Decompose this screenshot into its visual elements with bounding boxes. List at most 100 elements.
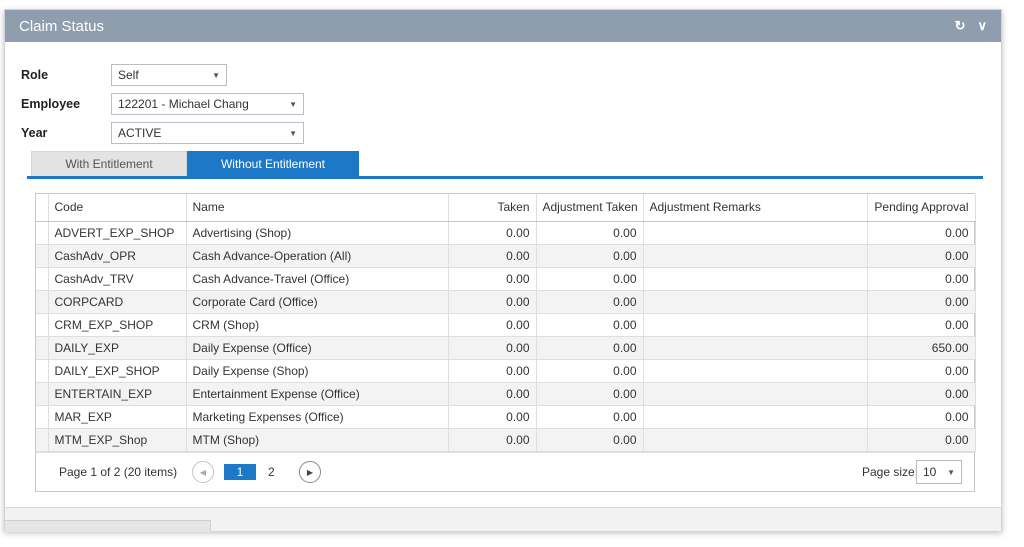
cell-adjustment-taken: 0.00 <box>536 244 644 268</box>
page-button-1[interactable]: 1 <box>224 464 256 480</box>
cell-code: DAILY_EXP <box>48 336 187 360</box>
cell-code: CashAdv_OPR <box>48 244 187 268</box>
column-header-pending-approval[interactable]: Pending Approval <box>867 194 976 222</box>
employee-value: 122201 - Michael Chang <box>118 97 249 111</box>
row-selector[interactable] <box>36 244 49 268</box>
claim-grid: Code Name Taken Adjustment Taken Adjustm… <box>35 193 976 492</box>
entitlement-tabs: With Entitlement Without Entitlement <box>31 151 359 177</box>
table-row[interactable]: CRM_EXP_SHOP CRM (Shop) 0.00 0.00 0.00 <box>36 313 976 337</box>
cell-adjustment-remarks <box>643 336 868 360</box>
table-row[interactable]: MTM_EXP_Shop MTM (Shop) 0.00 0.00 0.00 <box>36 428 976 452</box>
cell-adjustment-remarks <box>643 290 868 314</box>
cell-taken: 0.00 <box>448 382 537 406</box>
chevron-down-icon: ▼ <box>289 128 297 138</box>
chevron-down-icon: ▼ <box>947 467 955 477</box>
row-selector-header <box>36 194 49 222</box>
cell-adjustment-taken: 0.00 <box>536 336 644 360</box>
cell-adjustment-remarks <box>643 221 868 245</box>
cell-taken: 0.00 <box>448 267 537 291</box>
pager: Page 1 of 2 (20 items) ◀ 1 2 ▶ Page size… <box>36 452 974 491</box>
employee-row: Employee 122201 - Michael Chang ▼ <box>21 93 304 115</box>
claim-table: Code Name Taken Adjustment Taken Adjustm… <box>36 194 976 452</box>
cell-taken: 0.00 <box>448 428 537 452</box>
cell-pending-approval: 0.00 <box>867 244 976 268</box>
cell-adjustment-remarks <box>643 382 868 406</box>
cell-adjustment-remarks <box>643 267 868 291</box>
table-row[interactable]: CashAdv_OPR Cash Advance-Operation (All)… <box>36 244 976 268</box>
cell-adjustment-remarks <box>643 313 868 337</box>
cell-code: DAILY_EXP_SHOP <box>48 359 187 383</box>
role-label: Role <box>21 68 49 82</box>
employee-select[interactable]: 122201 - Michael Chang ▼ <box>111 93 304 115</box>
cell-adjustment-remarks <box>643 359 868 383</box>
year-select[interactable]: ACTIVE ▼ <box>111 122 304 144</box>
cell-name: MTM (Shop) <box>186 428 449 452</box>
column-header-taken[interactable]: Taken <box>448 194 537 222</box>
table-row[interactable]: CashAdv_TRV Cash Advance-Travel (Office)… <box>36 267 976 291</box>
year-value: ACTIVE <box>118 126 162 140</box>
row-selector[interactable] <box>36 359 49 383</box>
table-header-row: Code Name Taken Adjustment Taken Adjustm… <box>36 194 976 222</box>
row-selector[interactable] <box>36 221 49 245</box>
cell-adjustment-taken: 0.00 <box>536 382 644 406</box>
row-selector[interactable] <box>36 313 49 337</box>
column-header-code[interactable]: Code <box>48 194 187 222</box>
role-select[interactable]: Self ▼ <box>111 64 227 86</box>
page-button-2[interactable]: 2 <box>268 464 275 480</box>
cell-adjustment-taken: 0.00 <box>536 405 644 429</box>
column-header-name[interactable]: Name <box>186 194 449 222</box>
claim-status-panel: Claim Status ↻ ∨ Role Self ▼ Employee 12… <box>4 9 1002 532</box>
table-row[interactable]: DAILY_EXP_SHOP Daily Expense (Shop) 0.00… <box>36 359 976 383</box>
employee-label: Employee <box>21 97 81 111</box>
table-row[interactable]: MAR_EXP Marketing Expenses (Office) 0.00… <box>36 405 976 429</box>
cell-taken: 0.00 <box>448 336 537 360</box>
cell-taken: 0.00 <box>448 359 537 383</box>
row-selector[interactable] <box>36 267 49 291</box>
cell-adjustment-taken: 0.00 <box>536 290 644 314</box>
row-selector[interactable] <box>36 336 49 360</box>
cell-adjustment-remarks <box>643 428 868 452</box>
cell-name: Daily Expense (Office) <box>186 336 449 360</box>
footer-tab <box>5 520 211 532</box>
page-size-select[interactable]: 10 ▼ <box>916 460 962 484</box>
role-value: Self <box>118 68 139 82</box>
cell-pending-approval: 0.00 <box>867 290 976 314</box>
tab-without-entitlement[interactable]: Without Entitlement <box>187 151 359 177</box>
cell-adjustment-remarks <box>643 244 868 268</box>
cell-name: Cash Advance-Travel (Office) <box>186 267 449 291</box>
row-selector[interactable] <box>36 405 49 429</box>
cell-name: Marketing Expenses (Office) <box>186 405 449 429</box>
cell-adjustment-taken: 0.00 <box>536 313 644 337</box>
next-page-icon[interactable]: ▶ <box>299 461 321 483</box>
row-selector[interactable] <box>36 382 49 406</box>
cell-taken: 0.00 <box>448 313 537 337</box>
table-row[interactable]: ADVERT_EXP_SHOP Advertising (Shop) 0.00 … <box>36 221 976 245</box>
chevron-down-icon[interactable]: ∨ <box>977 18 987 34</box>
page-size-label: Page size: <box>862 465 919 479</box>
panel-title: Claim Status <box>19 17 105 35</box>
tab-underline <box>27 176 983 179</box>
cell-code: ENTERTAIN_EXP <box>48 382 187 406</box>
cell-code: CRM_EXP_SHOP <box>48 313 187 337</box>
previous-page-icon[interactable]: ◀ <box>192 461 214 483</box>
pager-summary: Page 1 of 2 (20 items) <box>59 465 178 479</box>
column-header-adjustment-taken[interactable]: Adjustment Taken <box>536 194 644 222</box>
refresh-icon[interactable]: ↻ <box>955 18 966 34</box>
cell-pending-approval: 0.00 <box>867 428 976 452</box>
cell-taken: 0.00 <box>448 405 537 429</box>
cell-name: Corporate Card (Office) <box>186 290 449 314</box>
row-selector[interactable] <box>36 428 49 452</box>
year-row: Year ACTIVE ▼ <box>21 122 304 144</box>
cell-adjustment-taken: 0.00 <box>536 428 644 452</box>
cell-name: Cash Advance-Operation (All) <box>186 244 449 268</box>
table-row[interactable]: DAILY_EXP Daily Expense (Office) 0.00 0.… <box>36 336 976 360</box>
table-row[interactable]: CORPCARD Corporate Card (Office) 0.00 0.… <box>36 290 976 314</box>
tab-with-entitlement[interactable]: With Entitlement <box>31 151 187 177</box>
row-selector[interactable] <box>36 290 49 314</box>
role-row: Role Self ▼ <box>21 64 227 86</box>
table-row[interactable]: ENTERTAIN_EXP Entertainment Expense (Off… <box>36 382 976 406</box>
page-size-value: 10 <box>923 465 937 479</box>
cell-taken: 0.00 <box>448 221 537 245</box>
cell-pending-approval: 0.00 <box>867 267 976 291</box>
column-header-adjustment-remarks[interactable]: Adjustment Remarks <box>643 194 868 222</box>
